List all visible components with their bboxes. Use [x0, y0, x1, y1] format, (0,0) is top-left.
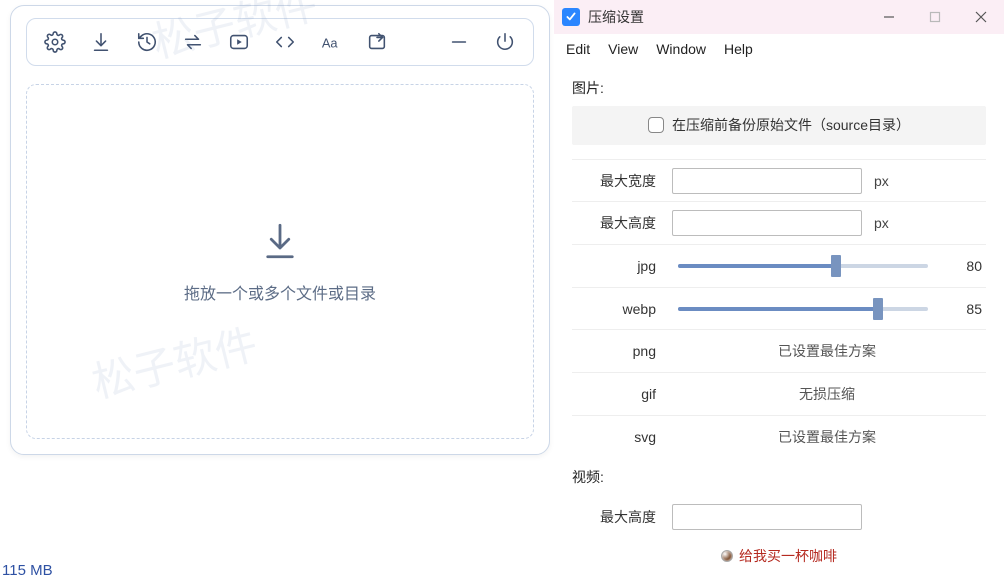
- svg-label: svg: [576, 429, 660, 445]
- titlebar: 压缩设置: [554, 0, 1004, 34]
- max-width-label: 最大宽度: [576, 171, 660, 191]
- settings-content: 图片: 在压缩前备份原始文件（source目录） 最大宽度 px 最大高度 px…: [554, 64, 1004, 581]
- minimize-button[interactable]: [437, 23, 481, 61]
- webp-row: webp 85: [572, 287, 986, 330]
- gif-note: 无损压缩: [672, 384, 982, 404]
- svg-note: 已设置最佳方案: [672, 427, 982, 447]
- download-icon: [259, 220, 301, 262]
- swap-button[interactable]: [171, 23, 215, 61]
- backup-checkbox[interactable]: [648, 117, 664, 133]
- video-button[interactable]: [217, 23, 261, 61]
- max-height-row: 最大高度 px: [572, 201, 986, 244]
- history-icon: [136, 31, 158, 53]
- coffee-icon: [721, 550, 733, 562]
- video-max-height-input[interactable]: [672, 504, 862, 530]
- image-section-title: 图片:: [572, 78, 986, 98]
- dropzone[interactable]: 拖放一个或多个文件或目录: [26, 84, 534, 439]
- slider-thumb[interactable]: [873, 298, 883, 320]
- donate-link[interactable]: 给我买一杯咖啡: [572, 538, 986, 573]
- jpg-label: jpg: [576, 258, 660, 274]
- power-button[interactable]: [483, 23, 527, 61]
- minus-icon: [448, 31, 470, 53]
- window-title: 压缩设置: [588, 7, 644, 27]
- svg-text:Aa: Aa: [322, 36, 339, 51]
- download-button[interactable]: [79, 23, 123, 61]
- share-button[interactable]: [355, 23, 399, 61]
- jpg-slider[interactable]: [678, 264, 928, 268]
- share-icon: [366, 31, 388, 53]
- menu-help[interactable]: Help: [724, 41, 753, 57]
- window-minimize-button[interactable]: [866, 0, 912, 34]
- settings-button[interactable]: [33, 23, 77, 61]
- px-suffix: px: [874, 173, 889, 189]
- font-icon: Aa: [320, 31, 342, 53]
- menubar: Edit View Window Help: [554, 34, 1004, 64]
- video-max-height-label: 最大高度: [576, 507, 660, 527]
- video-section-title: 视频:: [572, 467, 986, 487]
- max-height-input[interactable]: [672, 210, 862, 236]
- slider-thumb[interactable]: [831, 255, 841, 277]
- window-maximize-button[interactable]: [912, 0, 958, 34]
- svg-row: svg 已设置最佳方案: [572, 415, 986, 458]
- download-icon: [90, 31, 112, 53]
- minimize-icon: [883, 11, 895, 23]
- font-button[interactable]: Aa: [309, 23, 353, 61]
- menu-edit[interactable]: Edit: [566, 41, 590, 57]
- swap-icon: [182, 31, 204, 53]
- backup-row[interactable]: 在压缩前备份原始文件（source目录）: [572, 106, 986, 145]
- power-icon: [494, 31, 516, 53]
- gif-label: gif: [576, 386, 660, 402]
- main-window: Aa 拖放一个或多个文件或目录: [10, 5, 550, 455]
- webp-label: webp: [576, 301, 660, 317]
- webp-slider[interactable]: [678, 307, 928, 311]
- max-height-label: 最大高度: [576, 213, 660, 233]
- png-row: png 已设置最佳方案: [572, 329, 986, 372]
- window-close-button[interactable]: [958, 0, 1004, 34]
- max-width-row: 最大宽度 px: [572, 159, 986, 202]
- settings-window: 压缩设置 Edit View Window Help 图片: 在压缩前备份原始文…: [554, 0, 1004, 581]
- app-icon: [562, 8, 580, 26]
- webp-value: 85: [946, 301, 982, 317]
- png-note: 已设置最佳方案: [672, 341, 982, 361]
- menu-window[interactable]: Window: [656, 41, 706, 57]
- video-max-height-row: 最大高度: [572, 495, 986, 538]
- px-suffix: px: [874, 215, 889, 231]
- status-text: 115 MB: [2, 562, 53, 579]
- close-icon: [975, 11, 987, 23]
- backup-label: 在压缩前备份原始文件（source目录）: [672, 115, 910, 135]
- history-button[interactable]: [125, 23, 169, 61]
- toolbar: Aa: [26, 18, 534, 66]
- jpg-row: jpg 80: [572, 244, 986, 287]
- dropzone-label: 拖放一个或多个文件或目录: [184, 280, 376, 304]
- code-button[interactable]: [263, 23, 307, 61]
- gif-row: gif 无损压缩: [572, 372, 986, 415]
- jpg-value: 80: [946, 258, 982, 274]
- code-icon: [274, 31, 296, 53]
- max-width-input[interactable]: [672, 168, 862, 194]
- maximize-icon: [929, 11, 941, 23]
- play-rect-icon: [228, 31, 250, 53]
- gear-icon: [44, 31, 66, 53]
- donate-label: 给我买一杯咖啡: [739, 546, 837, 566]
- png-label: png: [576, 343, 660, 359]
- menu-view[interactable]: View: [608, 41, 638, 57]
